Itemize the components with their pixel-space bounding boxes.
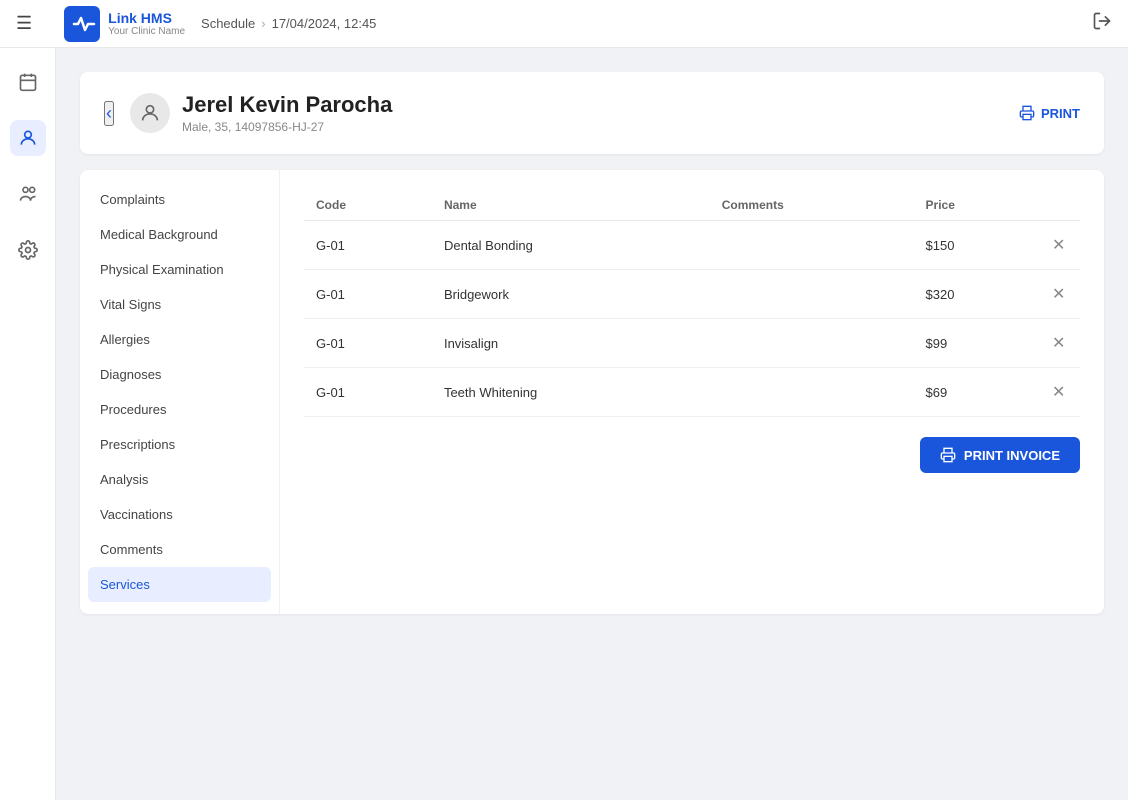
breadcrumb: Schedule › 17/04/2024, 12:45 (201, 16, 376, 31)
cell-price: $320 (914, 270, 1040, 319)
hamburger-icon[interactable]: ☰ (16, 13, 32, 34)
services-table: Code Name Comments Price G-01 Dental Bon… (304, 190, 1080, 417)
remove-button[interactable]: ✕ (1052, 235, 1065, 255)
cell-remove[interactable]: ✕ (1040, 319, 1080, 368)
nav-item-vaccinations[interactable]: Vaccinations (80, 497, 279, 532)
left-nav: Complaints Medical Background Physical E… (80, 170, 280, 614)
patient-meta: Male, 35, 14097856-HJ-27 (182, 120, 392, 134)
cell-remove[interactable]: ✕ (1040, 270, 1080, 319)
logo: Link HMS Your Clinic Name (64, 6, 185, 42)
breadcrumb-schedule[interactable]: Schedule (201, 16, 255, 31)
cell-remove[interactable]: ✕ (1040, 221, 1080, 270)
col-header-actions (1040, 190, 1080, 221)
nav-item-services[interactable]: Services (88, 567, 271, 602)
nav-item-allergies[interactable]: Allergies (80, 322, 279, 357)
cell-price: $99 (914, 319, 1040, 368)
nav-item-medical-background[interactable]: Medical Background (80, 217, 279, 252)
nav-icon-patient[interactable] (10, 120, 46, 156)
logo-subtitle: Your Clinic Name (108, 26, 185, 37)
nav-item-comments[interactable]: Comments (80, 532, 279, 567)
cell-comments (710, 221, 914, 270)
table-row: G-01 Invisalign $99 ✕ (304, 319, 1080, 368)
remove-button[interactable]: ✕ (1052, 382, 1065, 402)
nav-item-prescriptions[interactable]: Prescriptions (80, 427, 279, 462)
table-row: G-01 Dental Bonding $150 ✕ (304, 221, 1080, 270)
nav-icon-settings[interactable] (10, 232, 46, 268)
breadcrumb-chevron: › (261, 16, 265, 31)
patient-name: Jerel Kevin Parocha (182, 92, 392, 118)
print-invoice-label: PRINT INVOICE (964, 448, 1060, 463)
breadcrumb-date: 17/04/2024, 12:45 (272, 16, 377, 31)
nav-icon-calendar[interactable] (10, 64, 46, 100)
cell-price: $69 (914, 368, 1040, 417)
back-button[interactable]: ‹ (104, 101, 114, 126)
logo-name: Link HMS (108, 10, 185, 27)
remove-button[interactable]: ✕ (1052, 333, 1065, 353)
services-content: Code Name Comments Price G-01 Dental Bon… (280, 170, 1104, 614)
cell-name: Invisalign (432, 319, 710, 368)
logout-icon[interactable] (1092, 11, 1112, 36)
cell-comments (710, 270, 914, 319)
cell-comments (710, 368, 914, 417)
cell-code: G-01 (304, 221, 432, 270)
patient-avatar (130, 93, 170, 133)
cell-price: $150 (914, 221, 1040, 270)
cell-code: G-01 (304, 368, 432, 417)
table-row: G-01 Teeth Whitening $69 ✕ (304, 368, 1080, 417)
cell-comments (710, 319, 914, 368)
nav-item-complaints[interactable]: Complaints (80, 182, 279, 217)
nav-item-analysis[interactable]: Analysis (80, 462, 279, 497)
print-invoice-button[interactable]: PRINT INVOICE (920, 437, 1080, 473)
table-row: G-01 Bridgework $320 ✕ (304, 270, 1080, 319)
cell-code: G-01 (304, 319, 432, 368)
nav-item-vital-signs[interactable]: Vital Signs (80, 287, 279, 322)
nav-item-diagnoses[interactable]: Diagnoses (80, 357, 279, 392)
cell-remove[interactable]: ✕ (1040, 368, 1080, 417)
print-label: PRINT (1041, 106, 1080, 121)
cell-code: G-01 (304, 270, 432, 319)
col-header-comments: Comments (710, 190, 914, 221)
col-header-price: Price (914, 190, 1040, 221)
cell-name: Bridgework (432, 270, 710, 319)
cell-name: Dental Bonding (432, 221, 710, 270)
remove-button[interactable]: ✕ (1052, 284, 1065, 304)
nav-item-physical-examination[interactable]: Physical Examination (80, 252, 279, 287)
col-header-code: Code (304, 190, 432, 221)
col-header-name: Name (432, 190, 710, 221)
page-body: Complaints Medical Background Physical E… (80, 170, 1104, 614)
nav-icon-group[interactable] (10, 176, 46, 212)
nav-item-procedures[interactable]: Procedures (80, 392, 279, 427)
print-button[interactable]: PRINT (1019, 105, 1080, 121)
patient-card: ‹ Jerel Kevin Parocha Male, 35, 14097856… (80, 72, 1104, 154)
cell-name: Teeth Whitening (432, 368, 710, 417)
